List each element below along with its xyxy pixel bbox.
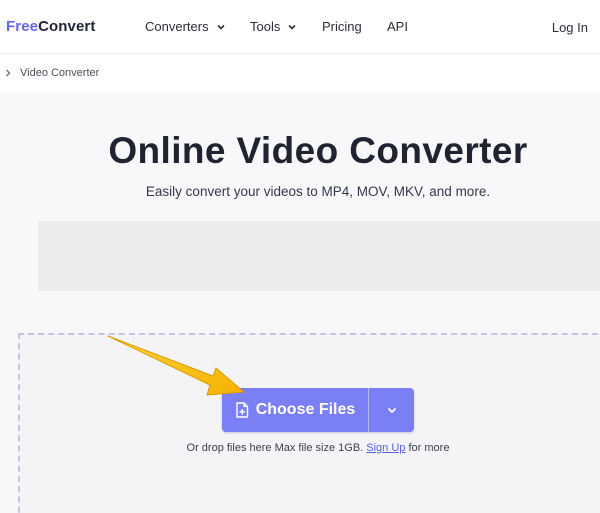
page-subtitle: Easily convert your videos to MP4, MOV, … [145, 184, 491, 199]
chevron-down-icon [217, 24, 225, 30]
chevron-right-icon [6, 69, 11, 77]
breadcrumb: Video Converter [0, 54, 600, 92]
nav-pricing[interactable]: Pricing [322, 19, 362, 34]
hero-section: Online Video Converter Easily convert yo… [0, 92, 600, 308]
nav-tools-label: Tools [250, 19, 281, 34]
chevron-down-icon [387, 407, 396, 414]
login-link[interactable]: Log In [552, 20, 588, 35]
drop-note-text: Or drop files here Max file size 1GB. [186, 442, 364, 454]
choose-files-button[interactable]: Choose Files [222, 388, 368, 432]
drop-note-suffix: for more [408, 442, 450, 454]
nav-converters-label: Converters [145, 19, 209, 34]
top-nav-bar: FreeConvert Converters Tools Pricing API… [0, 0, 600, 54]
logo-part-convert: Convert [38, 18, 96, 35]
nav-converters[interactable]: Converters [145, 19, 226, 34]
choose-files-button-group: Choose Files [222, 388, 414, 432]
nav-tools[interactable]: Tools [250, 19, 297, 34]
freeconvert-logo[interactable]: FreeConvert [6, 18, 95, 35]
drop-instructions: Or drop files here Max file size 1GB. Si… [0, 442, 600, 454]
choose-files-label: Choose Files [255, 401, 356, 418]
logo-part-free: Free [6, 18, 39, 35]
nav-api-label: API [387, 19, 408, 34]
breadcrumb-current[interactable]: Video Converter [20, 67, 99, 79]
ad-placeholder [38, 221, 600, 291]
page-title: Online Video Converter [108, 130, 528, 171]
sign-up-link[interactable]: Sign Up [366, 442, 405, 454]
file-add-icon [236, 402, 248, 418]
chevron-down-icon [288, 24, 296, 30]
upload-source-dropdown-button[interactable] [369, 388, 414, 432]
nav-pricing-label: Pricing [322, 19, 362, 34]
nav-api[interactable]: API [387, 19, 408, 34]
